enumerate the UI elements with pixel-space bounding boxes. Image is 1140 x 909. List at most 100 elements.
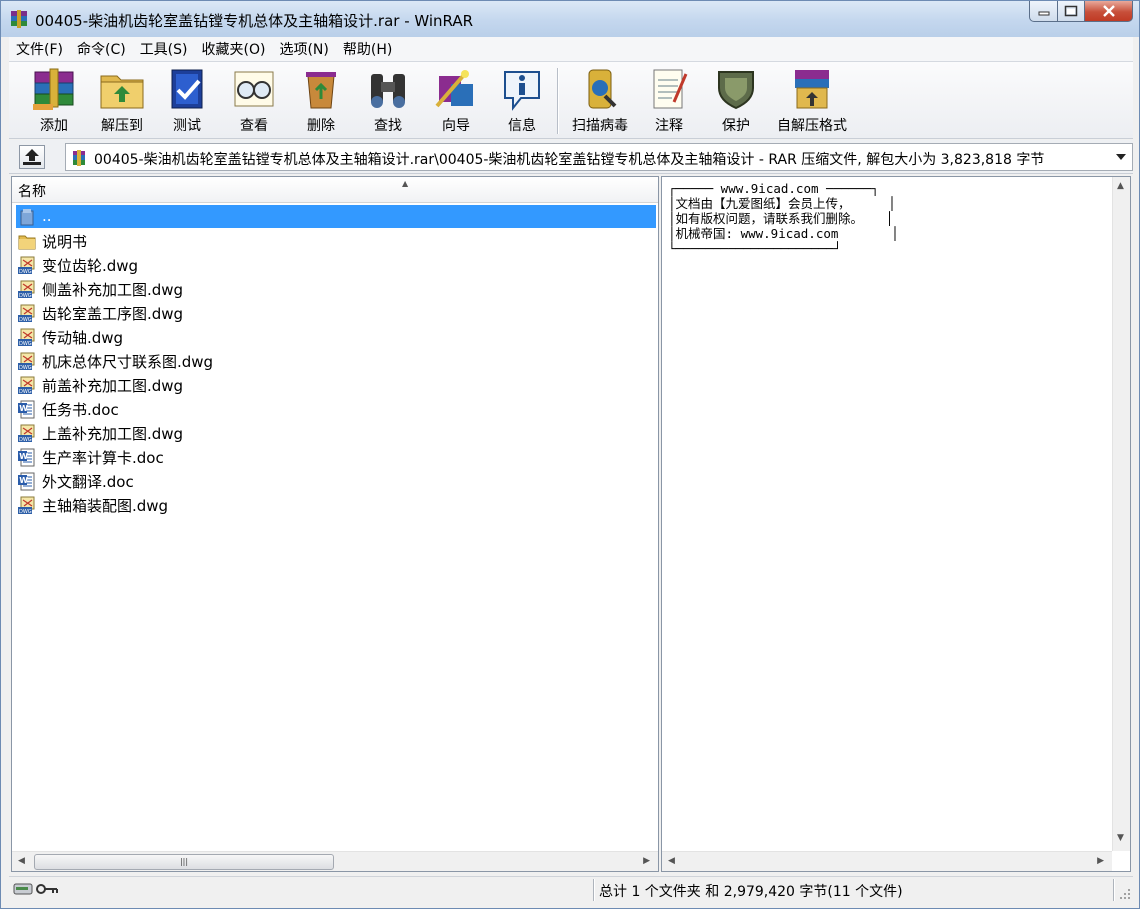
svg-text:W: W xyxy=(19,404,28,413)
menu-help[interactable]: 帮助(H) xyxy=(336,39,399,59)
binoculars-icon xyxy=(371,74,405,108)
test-button[interactable]: 测试 xyxy=(155,66,219,136)
info-label: 信息 xyxy=(508,118,536,134)
list-item[interactable]: DWG 上盖补充加工图.dwg xyxy=(16,421,656,445)
extract-label: 解压到 xyxy=(101,118,143,134)
winrar-window: 00405-柴油机齿轮室盖钻镗专机总体及主轴箱设计.rar - WinRAR 文… xyxy=(0,0,1140,909)
title-bar[interactable]: 00405-柴油机齿轮室盖钻镗专机总体及主轴箱设计.rar - WinRAR xyxy=(1,1,1139,37)
list-item[interactable]: 说明书 xyxy=(16,229,656,253)
comment-scroll-right-icon[interactable]: ▶ xyxy=(1097,856,1104,866)
list-item[interactable]: DWG 机床总体尺寸联系图.dwg xyxy=(16,349,656,373)
word-doc-icon: W xyxy=(18,448,35,467)
folder-extract-icon xyxy=(100,75,144,109)
info-button[interactable]: 信息 xyxy=(491,66,553,136)
file-name: 生产率计算卡.doc xyxy=(42,449,164,467)
svg-text:DWG: DWG xyxy=(19,269,32,275)
minimize-icon xyxy=(1038,11,1049,16)
minimize-button[interactable] xyxy=(1029,1,1058,22)
vertical-scrollbar[interactable]: ▲ ▼ xyxy=(1112,177,1130,851)
scroll-up-icon[interactable]: ▲ xyxy=(1117,181,1124,191)
svg-text:DWG: DWG xyxy=(19,317,32,323)
close-icon xyxy=(1102,5,1115,17)
list-item[interactable]: .. xyxy=(16,205,656,229)
comment-horizontal-scrollbar[interactable]: ◀ ▶ xyxy=(662,851,1112,871)
svg-text:DWG: DWG xyxy=(19,389,32,395)
virus-scan-icon xyxy=(588,69,617,109)
list-item[interactable]: DWG 传动轴.dwg xyxy=(16,325,656,349)
svg-text:DWG: DWG xyxy=(19,509,32,515)
toolbar-separator xyxy=(557,68,559,134)
window-title: 00405-柴油机齿轮室盖钻镗专机总体及主轴箱设计.rar - WinRAR xyxy=(35,12,474,30)
address-bar: 00405-柴油机齿轮室盖钻镗专机总体及主轴箱设计.rar\00405-柴油机齿… xyxy=(9,140,1133,174)
close-button[interactable] xyxy=(1085,1,1133,22)
dwg-file-icon: DWG xyxy=(18,496,35,515)
extract-button[interactable]: 解压到 xyxy=(89,66,155,136)
file-name: 传动轴.dwg xyxy=(42,329,124,347)
toolbar: 添加 解压到 测试 查看 删除 查找 向导 信息 扫描病毒 注释 保护 自解压格… xyxy=(9,61,1133,139)
file-name: 任务书.doc xyxy=(42,401,119,419)
list-item[interactable]: W 外文翻译.doc xyxy=(16,469,656,493)
drive-key-icon[interactable] xyxy=(13,881,59,897)
checkmark-book-icon xyxy=(171,69,203,109)
view-button[interactable]: 查看 xyxy=(221,66,287,136)
file-name: .. xyxy=(42,207,52,225)
status-bar: 总计 1 个文件夹 和 2,979,420 字节(11 个文件) xyxy=(9,876,1133,902)
list-item[interactable]: DWG 侧盖补充加工图.dwg xyxy=(16,277,656,301)
file-name: 齿轮室盖工序图.dwg xyxy=(42,305,184,323)
chevron-down-icon[interactable] xyxy=(1116,154,1126,161)
svg-text:W: W xyxy=(19,476,28,485)
scroll-right-icon[interactable]: ▶ xyxy=(643,856,650,866)
scroll-down-icon[interactable]: ▼ xyxy=(1117,833,1124,843)
view-label: 查看 xyxy=(240,118,268,134)
glasses-icon xyxy=(234,71,274,107)
maximize-icon xyxy=(1064,5,1078,17)
file-name: 主轴箱装配图.dwg xyxy=(42,497,169,515)
sfx-button[interactable]: 自解压格式 xyxy=(769,66,855,136)
comment-button[interactable]: 注释 xyxy=(639,66,699,136)
menu-tools[interactable]: 工具(S) xyxy=(133,39,195,59)
add-button[interactable]: 添加 xyxy=(17,66,91,136)
menu-options[interactable]: 选项(N) xyxy=(272,39,335,59)
list-item[interactable]: DWG 齿轮室盖工序图.dwg xyxy=(16,301,656,325)
list-item[interactable]: DWG 主轴箱装配图.dwg xyxy=(16,493,656,517)
file-list-pane: 名称 ▲ .. 说明书 DWG 变位齿轮.dwg DWG 侧盖补充加工图.dwg DWG 齿轮… xyxy=(11,176,659,872)
column-header-name[interactable]: 名称 ▲ xyxy=(12,177,658,203)
horizontal-scrollbar[interactable]: ◀ ||| ▶ xyxy=(12,851,658,871)
winrar-app-icon[interactable] xyxy=(9,9,29,29)
menu-file[interactable]: 文件(F) xyxy=(9,39,70,59)
comment-scroll-left-icon[interactable]: ◀ xyxy=(668,856,675,866)
list-item[interactable]: DWG 变位齿轮.dwg xyxy=(16,253,656,277)
scan-label: 扫描病毒 xyxy=(572,118,628,134)
wizard-button[interactable]: 向导 xyxy=(421,66,491,136)
scan-button[interactable]: 扫描病毒 xyxy=(563,66,637,136)
menu-commands[interactable]: 命令(C) xyxy=(70,39,133,59)
dwg-file-icon: DWG xyxy=(18,280,35,299)
file-name: 说明书 xyxy=(42,233,88,251)
up-folder-button[interactable] xyxy=(19,145,45,169)
scroll-left-icon[interactable]: ◀ xyxy=(18,856,25,866)
file-name: 前盖补充加工图.dwg xyxy=(42,377,184,395)
folder-icon xyxy=(18,235,36,250)
window-controls xyxy=(1029,1,1133,22)
find-label: 查找 xyxy=(374,118,402,134)
delete-button[interactable]: 删除 xyxy=(289,66,353,136)
protect-button[interactable]: 保护 xyxy=(703,66,769,136)
resize-grip-icon[interactable] xyxy=(1119,888,1131,900)
menu-favorites[interactable]: 收藏夹(O) xyxy=(195,39,273,59)
list-item[interactable]: W 生产率计算卡.doc xyxy=(16,445,656,469)
file-name: 机床总体尺寸联系图.dwg xyxy=(42,353,214,371)
test-label: 测试 xyxy=(173,118,201,134)
svg-text:W: W xyxy=(19,452,28,461)
file-name: 上盖补充加工图.dwg xyxy=(42,425,184,443)
list-item[interactable]: DWG 前盖补充加工图.dwg xyxy=(16,373,656,397)
find-button[interactable]: 查找 xyxy=(355,66,421,136)
dwg-file-icon: DWG xyxy=(18,256,35,275)
dwg-file-icon: DWG xyxy=(18,304,35,323)
sfx-label: 自解压格式 xyxy=(777,118,847,134)
maximize-button[interactable] xyxy=(1058,1,1085,22)
selection-highlight xyxy=(16,205,656,228)
path-field[interactable]: 00405-柴油机齿轮室盖钻镗专机总体及主轴箱设计.rar\00405-柴油机齿… xyxy=(65,143,1133,171)
list-item[interactable]: W 任务书.doc xyxy=(16,397,656,421)
scroll-thumb[interactable]: ||| xyxy=(34,854,334,870)
sfx-box-icon xyxy=(795,70,829,109)
